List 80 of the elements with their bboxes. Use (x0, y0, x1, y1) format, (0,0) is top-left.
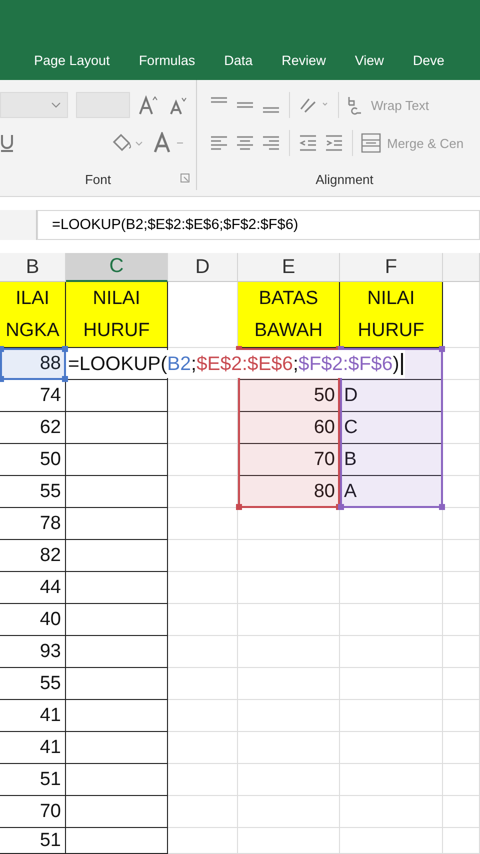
table-cell (443, 732, 480, 764)
table-cell (168, 764, 238, 796)
table-cell: 55 (0, 668, 66, 700)
header-cell: NILAI HURUF (66, 282, 168, 348)
table-cell: 70 (0, 796, 66, 828)
group-label: Alignment (316, 172, 374, 186)
table-cell (443, 412, 480, 444)
align-left-icon[interactable] (209, 134, 229, 152)
decrease-indent-icon[interactable] (298, 134, 318, 152)
table-cell: 50 (238, 380, 340, 412)
caret-icon (51, 102, 61, 108)
table-cell: 41 (0, 732, 66, 764)
table-cell (443, 540, 480, 572)
table-cell: B (340, 444, 443, 476)
align-right-icon[interactable] (261, 134, 281, 152)
table-cell (168, 508, 238, 540)
table-cell (443, 700, 480, 732)
table-cell (168, 796, 238, 828)
header-cell: NILAI HURUF (340, 282, 443, 348)
table-cell (443, 282, 480, 348)
table-cell (443, 444, 480, 476)
shrink-font-icon[interactable] (168, 95, 188, 115)
cell-editor[interactable]: =LOOKUP(B2;$E$2:$E$6;$F$2:$F$6) (68, 350, 406, 378)
table-cell (443, 828, 480, 854)
column-header[interactable]: C (66, 253, 168, 282)
table-cell: 60 (238, 412, 340, 444)
ribbon-tab[interactable]: Deve (412, 52, 444, 68)
header-cell: ILAI NGKA (0, 282, 66, 348)
table-cell (443, 572, 480, 604)
underline-icon[interactable] (0, 133, 14, 153)
table-cell: 78 (0, 508, 66, 540)
ribbon-tab[interactable]: Formulas (138, 52, 196, 68)
table-cell: 55 (0, 476, 66, 508)
table-cell (443, 668, 480, 700)
ribbon-tab[interactable]: View (354, 52, 384, 68)
align-center-icon[interactable] (235, 134, 255, 152)
ribbon-tab[interactable]: Data (224, 52, 253, 68)
table-cell (168, 540, 238, 572)
table-cell: 93 (0, 636, 66, 668)
table-cell (168, 700, 238, 732)
table-cell (168, 444, 238, 476)
table-cell: 44 (0, 572, 66, 604)
table-cell: C (340, 412, 443, 444)
grow-font-icon[interactable] (138, 94, 160, 116)
table-cell (443, 636, 480, 668)
table-cell (168, 380, 238, 412)
table-cell (168, 828, 238, 854)
table-cell (168, 732, 238, 764)
table-cell (443, 796, 480, 828)
table-cell: 51 (0, 764, 66, 796)
ribbon-tab[interactable]: Page Layout (34, 52, 110, 68)
table-cell (443, 380, 480, 412)
table-cell (168, 412, 238, 444)
table-cell: 51 (0, 828, 66, 854)
dialog-launcher-icon[interactable] (180, 173, 190, 183)
table-cell (443, 604, 480, 636)
increase-indent-icon[interactable] (324, 134, 344, 152)
table-cell (443, 764, 480, 796)
column-header[interactable]: B (0, 253, 66, 282)
group-label: Font (84, 172, 111, 186)
table-cell: 82 (0, 540, 66, 572)
column-header[interactable]: E (238, 253, 340, 282)
table-cell: 62 (0, 412, 66, 444)
table-cell: 50 (0, 444, 66, 476)
ribbon-tab[interactable]: Review (282, 52, 326, 68)
header-cell: BATAS BAWAH (238, 282, 340, 348)
table-cell (168, 604, 238, 636)
merge-cells-icon[interactable] (361, 133, 381, 153)
table-cell (168, 572, 238, 604)
column-header[interactable]: D (168, 253, 238, 282)
paint-bucket-icon[interactable] (110, 132, 144, 154)
table-cell: 70 (238, 444, 340, 476)
table-cell: 40 (0, 604, 66, 636)
formula-bar-field[interactable]: =LOOKUP(B2;$E$2:$E$6;$F$2:$F$6) (37, 210, 480, 240)
table-cell: D (340, 380, 443, 412)
table-cell: 41 (0, 700, 66, 732)
font-color-icon[interactable] (152, 132, 186, 154)
table-cell (168, 668, 238, 700)
table-cell (168, 636, 238, 668)
column-header[interactable]: F (340, 253, 443, 282)
